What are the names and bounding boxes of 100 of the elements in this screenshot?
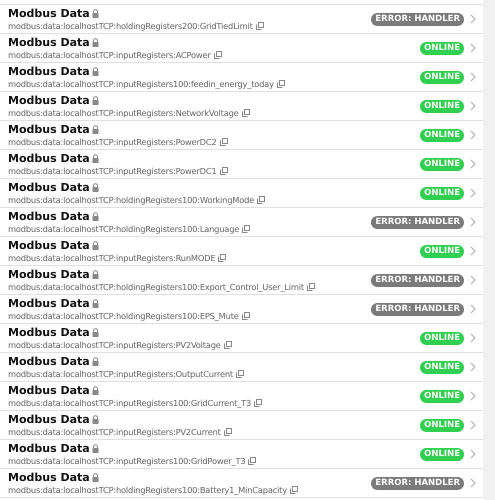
status-badge: ONLINE [420,158,464,170]
chevron-icon [470,130,476,140]
thing-uid: modbus:data:localhostTCP:inputRegisters:PowerDC2 [8,137,217,147]
status-badge: ERROR: HANDLER [371,302,464,316]
thing-title: Modbus Data [8,181,90,194]
thing-title: Modbus Data [8,7,90,20]
thing-uid: modbus:data:localhostTCP:inputRegisters100:feedin_energy_today [8,79,274,89]
chevron-icon [470,188,476,198]
copy-icon[interactable] [290,486,298,494]
chevron-icon [470,217,476,227]
thing-row[interactable]: Modbus Data modbus:data:localhostTCP:inputRegisters:PV2Current ONLINE [0,411,483,440]
thing-row[interactable]: Modbus Data modbus:data:localhostTCP:inputRegisters100:GridCurrent_T3 ONLINE [0,382,483,411]
status-badge: ONLINE [420,448,464,460]
thing-uid: modbus:data:localhostTCP:inputRegisters100:GridPower_T3 [8,456,246,466]
thing-title: Modbus Data [8,152,90,165]
thing-row[interactable]: Modbus Data modbus:data:localhostTCP:inputRegisters:OutputCurrent ONLINE [0,353,483,382]
copy-icon[interactable] [236,370,244,378]
thing-row[interactable]: Modbus Data modbus:data:localhostTCP:holdingRegisters100:EPS_Mute ERROR: HANDLER [0,295,483,324]
thing-title: Modbus Data [8,355,90,368]
thing-row[interactable]: Modbus Data modbus:data:localhostTCP:holdingRegisters100:WorkingMode ONLINE [0,179,483,208]
lock-icon [92,125,99,134]
thing-title: Modbus Data [8,36,90,49]
thing-row[interactable]: Modbus Data modbus:data:localhostTCP:inputRegisters100:feedin_energy_today ONLINE [0,63,483,92]
lock-icon [92,67,99,76]
lock-icon [92,299,99,308]
chevron-icon [470,159,476,169]
thing-uid: modbus:data:localhostTCP:holdingRegisters100:Language [8,224,240,234]
chevron-icon [470,333,476,343]
chevron-icon [470,275,476,285]
lock-icon [92,9,99,18]
lock-icon [92,241,99,250]
lock-icon [92,473,99,482]
copy-icon[interactable] [242,225,250,233]
thing-row[interactable]: Modbus Data modbus:data:localhostTCP:inputRegisters100:GridPower_T3 ONLINE [0,440,483,469]
chevron-icon [470,449,476,459]
copy-icon[interactable] [306,283,315,291]
status-badge: ERROR: HANDLER [371,476,464,490]
status-badge: ONLINE [420,128,464,142]
thing-title: Modbus Data [8,471,90,484]
lock-icon [92,183,99,192]
chevron-icon [470,72,476,82]
status-badge: ERROR: HANDLER [371,216,464,228]
lock-icon [92,386,99,395]
thing-title: Modbus Data [8,442,90,455]
thing-row[interactable]: Modbus Data modbus:data:localhostTCP:holdingRegisters100:Export_Control_User_Limit ERROR: HANDLER [0,266,483,295]
copy-icon[interactable] [214,51,222,59]
status-badge: ONLINE [420,70,464,84]
thing-uid: modbus:data:localhostTCP:holdingRegisters100:EPS_Mute [8,311,239,321]
copy-icon[interactable] [220,167,228,175]
thing-uid: modbus:data:localhostTCP:inputRegisters:ACPower [8,50,211,60]
lock-icon [92,212,99,221]
lock-icon [92,328,99,337]
copy-icon[interactable] [224,428,232,436]
thing-row[interactable]: Modbus Data modbus:data:localhostTCP:holdingRegisters200:GridTiedLimit ERROR: HANDLER [0,5,483,34]
thing-row[interactable]: Modbus Data modbus:data:localhostTCP:inputRegisters:PV2Voltage ONLINE [0,324,483,353]
thing-title: Modbus Data [8,65,90,78]
copy-icon[interactable] [224,341,232,349]
thing-row[interactable]: Modbus Data modbus:data:localhostTCP:inputRegisters:NetworkVoltage ONLINE [0,92,483,121]
chevron-icon [470,420,476,430]
thing-row[interactable]: Modbus Data modbus:data:localhostTCP:inputRegisters:PowerDC1 ONLINE [0,150,483,179]
status-badge: ONLINE [420,360,464,374]
lock-icon [92,38,99,47]
copy-icon[interactable] [256,22,264,30]
status-badge: ONLINE [420,332,464,344]
status-badge: ERROR: HANDLER [371,274,464,286]
copy-icon[interactable] [242,109,250,117]
thing-uid: modbus:data:localhostTCP:inputRegisters:PV2Current [8,427,221,437]
copy-icon[interactable] [218,254,226,262]
status-badge: ONLINE [420,244,464,258]
status-badge: ONLINE [420,390,464,402]
thing-row[interactable]: Modbus Data modbus:data:localhostTCP:inputRegisters:ACPower ONLINE [0,34,483,63]
copy-icon[interactable] [248,457,256,465]
thing-uid: modbus:data:localhostTCP:inputRegisters:PV2Voltage [8,340,221,350]
copy-icon[interactable] [220,138,228,146]
thing-row[interactable]: Modbus Data modbus:data:localhostTCP:holdingRegisters100:Language ERROR: HANDLER [0,208,483,237]
status-badge: ONLINE [420,418,464,432]
status-badge: ONLINE [420,42,464,54]
thing-title: Modbus Data [8,297,90,310]
thing-row[interactable]: Modbus Data modbus:data:localhostTCP:inputRegisters:RunMODE ONLINE [0,237,483,266]
thing-uid: modbus:data:localhostTCP:inputRegisters100:GridCurrent_T3 [8,398,252,408]
thing-title: Modbus Data [8,239,90,252]
thing-row[interactable]: Modbus Data modbus:data:localhostTCP:inputRegisters:PowerDC2 ONLINE [0,121,483,150]
copy-icon[interactable] [276,80,285,88]
chevron-icon [470,246,476,256]
chevron-icon [470,362,476,372]
thing-uid: modbus:data:localhostTCP:inputRegisters:RunMODE [8,253,216,263]
copy-icon[interactable] [257,196,266,204]
lock-icon [92,415,99,424]
thing-row[interactable]: Modbus Data modbus:data:localhostTCP:holdingRegisters100:Battery1_MinCapacity ERROR: HANDLER [0,469,483,498]
chevron-icon [470,43,476,53]
thing-title: Modbus Data [8,384,90,397]
copy-icon[interactable] [254,399,262,407]
status-badge: ONLINE [420,100,464,112]
lock-icon [92,270,99,279]
status-badge: ONLINE [420,186,464,200]
thing-title: Modbus Data [8,326,90,339]
thing-uid: modbus:data:localhostTCP:inputRegisters:OutputCurrent [8,369,233,379]
thing-uid: modbus:data:localhostTCP:holdingRegisters100:Battery1_MinCapacity [8,485,287,495]
thing-title: Modbus Data [8,210,90,223]
copy-icon[interactable] [242,312,250,320]
